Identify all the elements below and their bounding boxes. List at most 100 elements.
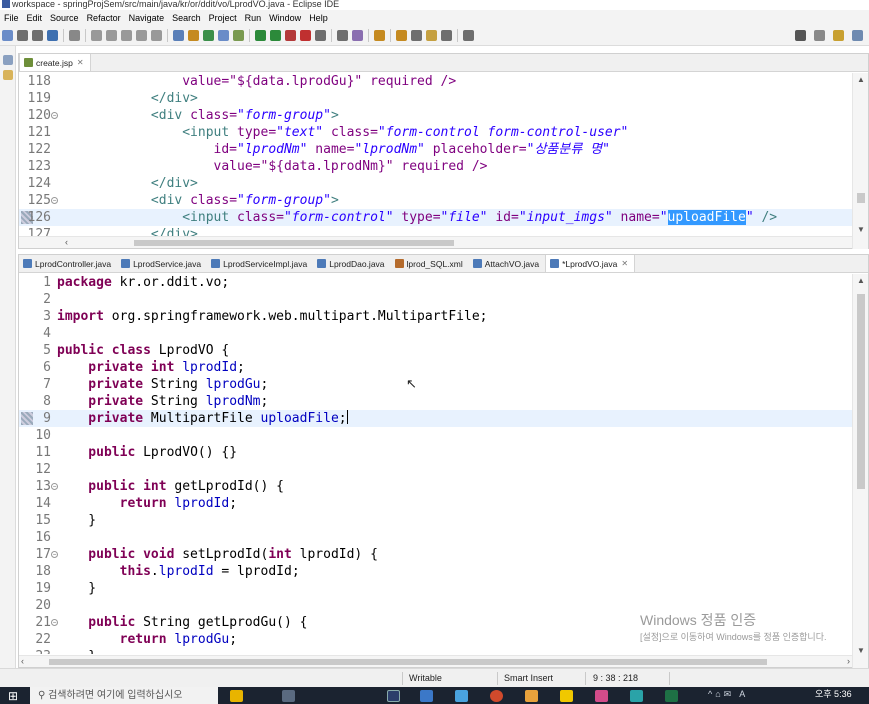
taskbar-app-icon[interactable] — [420, 690, 433, 702]
taskbar-app-icon[interactable] — [595, 690, 608, 702]
code-line[interactable]: 18 this.lprodId = lprodId; — [19, 563, 852, 580]
system-tray-icons[interactable]: ^⌂✉ A — [708, 689, 748, 700]
code-line[interactable]: 22 return lprodGu; — [19, 631, 852, 648]
scroll-thumb[interactable] — [49, 659, 767, 665]
code-line[interactable]: 123 value="${data.lprodNm}" required /> — [19, 158, 852, 175]
print-icon[interactable] — [32, 29, 43, 41]
menu-item-edit[interactable]: Edit — [23, 13, 47, 23]
back-icon[interactable] — [396, 29, 407, 41]
menu-item-help[interactable]: Help — [305, 13, 332, 23]
code-line[interactable]: 121 <input type="text" class="form-contr… — [19, 124, 852, 141]
scroll-up-icon[interactable]: ▲ — [857, 276, 865, 285]
debug-icon[interactable] — [270, 29, 281, 41]
highlight-icon[interactable] — [188, 29, 199, 41]
tab-create-jsp[interactable]: create.jsp ✕ — [19, 54, 91, 71]
taskbar-app-icon[interactable] — [560, 690, 573, 702]
windows-start-icon[interactable]: ⊞ — [8, 689, 18, 703]
nav-icon[interactable] — [426, 29, 437, 41]
code-line[interactable]: 120− <div class="form-group"> — [19, 107, 852, 124]
stop-icon[interactable] — [285, 29, 296, 41]
run-icon[interactable] — [255, 29, 266, 41]
package-explorer-icon[interactable] — [3, 70, 13, 80]
taskbar-app-icon[interactable] — [230, 690, 243, 702]
code-line[interactable]: 6 private int lprodId; — [19, 359, 852, 376]
scroll-right-icon[interactable]: › — [847, 656, 850, 666]
code-line[interactable]: 17− public void setLprodId(int lprodId) … — [19, 546, 852, 563]
scroll-thumb[interactable] — [134, 240, 454, 246]
jsp-vertical-scrollbar[interactable]: ▲ ▼ — [852, 73, 868, 249]
task-view-icon[interactable] — [282, 690, 295, 702]
scroll-thumb[interactable] — [857, 294, 865, 489]
close-icon[interactable]: ✕ — [621, 259, 628, 268]
terminal-icon[interactable] — [47, 29, 58, 41]
code-line[interactable]: 19 } — [19, 580, 852, 597]
code-line[interactable]: 125− <div class="form-group"> — [19, 192, 852, 209]
code-line[interactable]: 9 private MultipartFile uploadFile; — [19, 410, 852, 427]
code-line[interactable]: 118 value="${data.lprodGu}" required /> — [19, 73, 852, 90]
close-icon[interactable]: ✕ — [77, 58, 84, 67]
code-line[interactable]: 10 — [19, 427, 852, 444]
code-line[interactable]: 127 </div> — [19, 226, 852, 236]
scroll-down-icon[interactable]: ▼ — [857, 225, 865, 234]
java-vertical-scrollbar[interactable]: ▲ ▼ — [852, 274, 868, 668]
tab-lprodservice-java[interactable]: LprodService.java — [117, 255, 207, 272]
server-icon[interactable] — [337, 29, 348, 41]
chrome-icon[interactable] — [490, 690, 503, 702]
step-icon[interactable] — [121, 29, 132, 41]
code-line[interactable]: 124 </div> — [19, 175, 852, 192]
perspective-icon[interactable] — [814, 29, 825, 41]
debug-perspective-icon[interactable] — [852, 29, 863, 41]
nav-icon[interactable] — [441, 29, 452, 41]
scroll-left-icon[interactable]: ‹ — [21, 656, 24, 666]
step-icon[interactable] — [136, 29, 147, 41]
menu-item-file[interactable]: File — [0, 13, 23, 23]
menu-item-source[interactable]: Source — [46, 13, 83, 23]
menu-item-window[interactable]: Window — [265, 13, 305, 23]
format-icon[interactable] — [173, 29, 184, 41]
tab-lprod-sql-xml[interactable]: lprod_SQL.xml — [391, 255, 469, 272]
code-line[interactable]: 3 import org.springframework.web.multipar… — [19, 308, 852, 325]
task-icon[interactable] — [233, 29, 244, 41]
taskbar-search-box[interactable]: ⚲ 검색하려면 여기에 입력하십시오 — [30, 687, 218, 704]
java-code-area[interactable]: 1 package kr.or.ddit.vo; 2 3 import org.spri… — [19, 274, 852, 654]
code-line[interactable]: 119 </div> — [19, 90, 852, 107]
code-line[interactable]: 8 private String lprodNm; — [19, 393, 852, 410]
scroll-left-icon[interactable]: ‹ — [65, 237, 68, 247]
step-icon[interactable] — [106, 29, 117, 41]
java-perspective-icon[interactable] — [833, 29, 844, 41]
tab-attachvo-java[interactable]: AttachVO.java — [469, 255, 545, 272]
mark-icon[interactable] — [203, 29, 214, 41]
taskbar-app-icon[interactable] — [525, 690, 538, 702]
code-line[interactable]: 126 <input class="form-control" type="fi… — [19, 209, 852, 226]
annotation-icon[interactable] — [374, 29, 385, 41]
external-tools-icon[interactable] — [315, 29, 326, 41]
code-line[interactable]: 7 private String lprodGu; — [19, 376, 852, 393]
code-line[interactable]: 16 — [19, 529, 852, 546]
code-line[interactable]: 12 — [19, 461, 852, 478]
restore-icon[interactable] — [3, 55, 13, 65]
tab-lproddao-java[interactable]: LprodDao.java — [313, 255, 390, 272]
coverage-icon[interactable] — [300, 29, 311, 41]
toggle-icon[interactable] — [69, 29, 80, 41]
step-icon[interactable] — [91, 29, 102, 41]
code-line[interactable]: 5 public class LprodVO { — [19, 342, 852, 359]
menu-item-navigate[interactable]: Navigate — [125, 13, 169, 23]
code-line[interactable]: 1 package kr.or.ddit.vo; — [19, 274, 852, 291]
search-icon[interactable] — [795, 29, 806, 41]
forward-icon[interactable] — [411, 29, 422, 41]
taskbar-app-icon[interactable] — [455, 690, 468, 702]
new-icon[interactable] — [2, 29, 13, 41]
menu-item-project[interactable]: Project — [205, 13, 241, 23]
code-line[interactable]: 23 } — [19, 648, 852, 654]
code-line[interactable]: 2 — [19, 291, 852, 308]
browser-icon[interactable] — [352, 29, 363, 41]
taskbar-app-icon[interactable] — [630, 690, 643, 702]
scroll-thumb[interactable] — [857, 193, 865, 203]
excel-icon[interactable] — [665, 690, 678, 702]
jsp-code-area[interactable]: 118 value="${data.lprodGu}" required /> 1… — [19, 73, 852, 236]
code-line[interactable]: 14 return lprodId; — [19, 495, 852, 512]
scroll-up-icon[interactable]: ▲ — [857, 75, 865, 84]
menu-item-search[interactable]: Search — [168, 13, 205, 23]
eclipse-taskbar-icon[interactable] — [387, 690, 400, 702]
pin-icon[interactable] — [463, 29, 474, 41]
